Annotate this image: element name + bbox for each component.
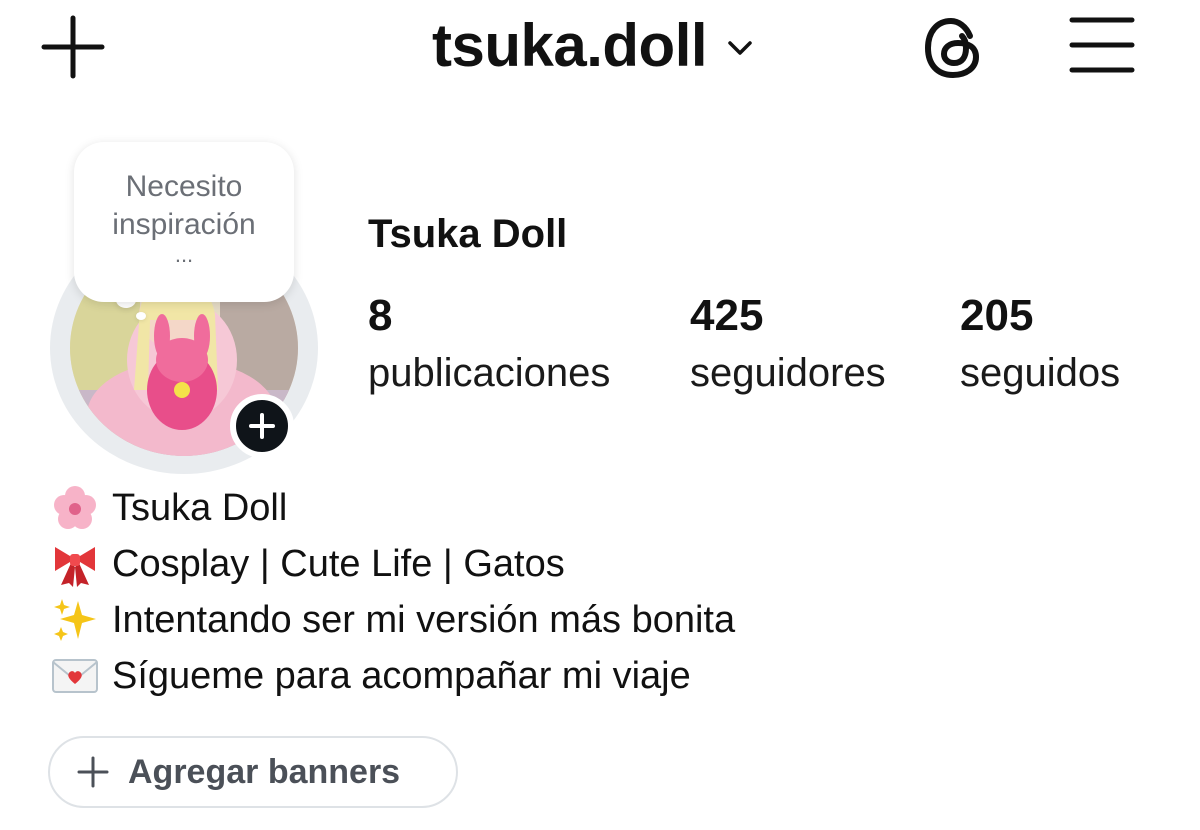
chevron-down-icon (728, 41, 752, 55)
add-banners-button[interactable]: Agregar banners (48, 736, 458, 808)
note-text: Necesito inspiración (112, 170, 256, 241)
username-title: tsuka.doll (432, 12, 708, 79)
ribbon-icon (50, 539, 100, 589)
plus-icon (249, 413, 275, 439)
bio-line: Cosplay | Cute Life | Gatos (50, 536, 735, 592)
threads-icon[interactable] (918, 12, 990, 84)
cherry-blossom-icon (50, 483, 100, 533)
menu-icon[interactable] (1068, 14, 1136, 76)
stat-following-label: seguidos (960, 351, 1121, 395)
stat-followers[interactable]: 425 seguidores (690, 288, 886, 400)
bio-line: Intentando ser mi versión más bonita (50, 592, 735, 648)
bio: Tsuka Doll Cosplay | Cute Life | Gatos I… (50, 480, 735, 704)
bio-text: Sígueme para acompañar mi viaje (112, 654, 691, 697)
plus-icon[interactable] (40, 14, 106, 80)
account-switcher[interactable]: tsuka.doll (432, 10, 755, 82)
note-ellipsis: ... (174, 242, 194, 267)
plus-icon (77, 756, 109, 788)
bio-text: Intentando ser mi versión más bonita (112, 598, 736, 641)
stat-posts[interactable]: 8 publicaciones (368, 288, 610, 400)
stat-posts-count: 8 (368, 291, 393, 340)
bio-line: Sígueme para acompañar mi viaje (50, 648, 735, 704)
stat-posts-label: publicaciones (368, 351, 611, 395)
bio-text: Cosplay | Cute Life | Gatos (112, 542, 565, 585)
stat-followers-label: seguidores (690, 351, 886, 395)
note-bubble[interactable]: Necesito inspiración ... (74, 142, 294, 302)
stat-following-count: 205 (960, 291, 1034, 340)
bio-text: Tsuka Doll (112, 486, 288, 529)
note-bubble-tail (136, 312, 146, 320)
display-name: Tsuka Doll (368, 212, 568, 256)
sparkles-icon (50, 595, 100, 645)
profile-screen: tsuka.doll Necesito inspiración ... Tsuk… (0, 0, 1200, 830)
love-letter-icon (50, 651, 100, 701)
stat-following[interactable]: 205 seguidos (960, 288, 1120, 400)
add-banners-label: Agregar banners (128, 752, 401, 791)
bio-line: Tsuka Doll (50, 480, 735, 536)
stat-followers-count: 425 (690, 291, 764, 340)
add-story-button[interactable] (230, 394, 294, 458)
